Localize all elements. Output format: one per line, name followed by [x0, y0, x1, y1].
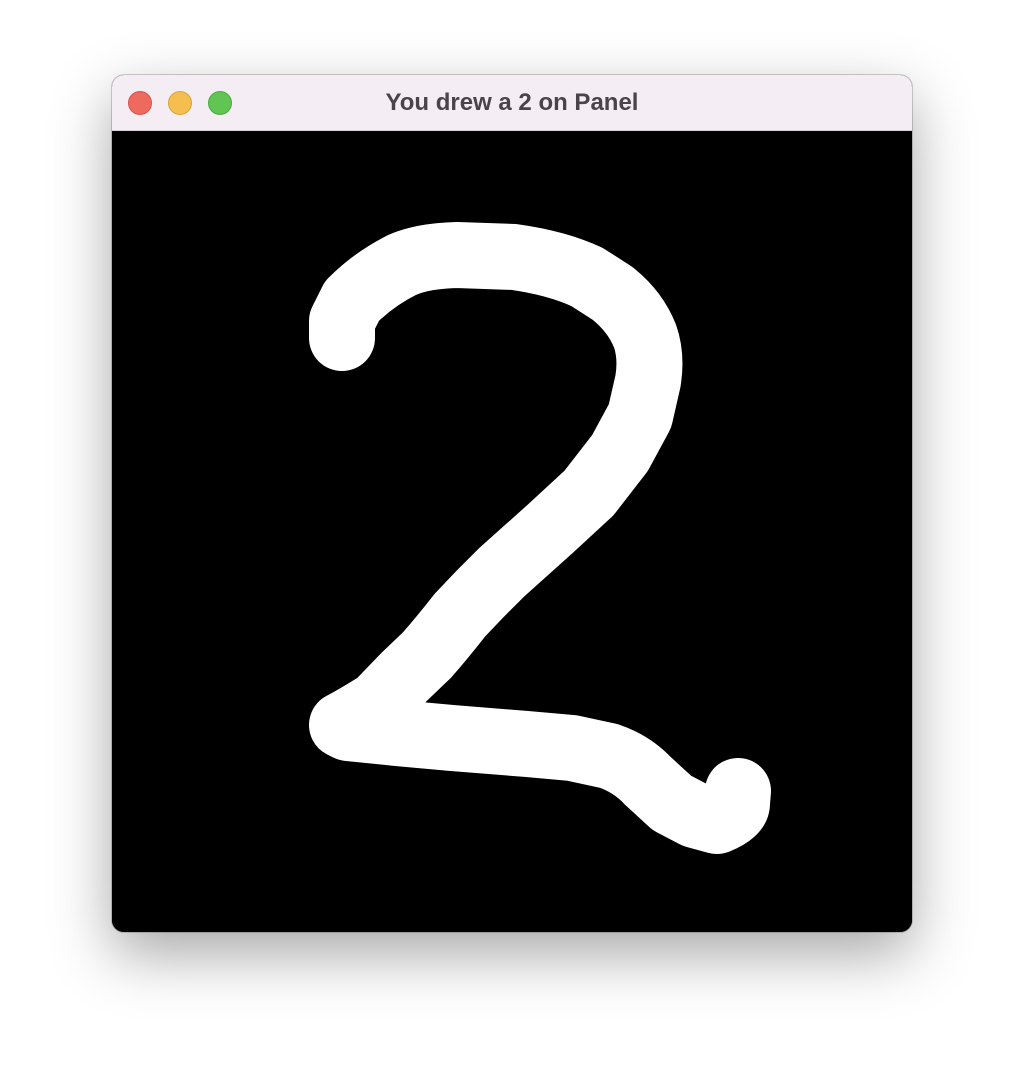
- window-title: You drew a 2 on Panel: [385, 89, 639, 116]
- title-bar[interactable]: You drew a 2 on Panel: [112, 75, 912, 131]
- app-window: You drew a 2 on Panel: [112, 75, 912, 932]
- drawing-canvas[interactable]: [112, 131, 912, 932]
- drawing-panel[interactable]: [112, 131, 912, 932]
